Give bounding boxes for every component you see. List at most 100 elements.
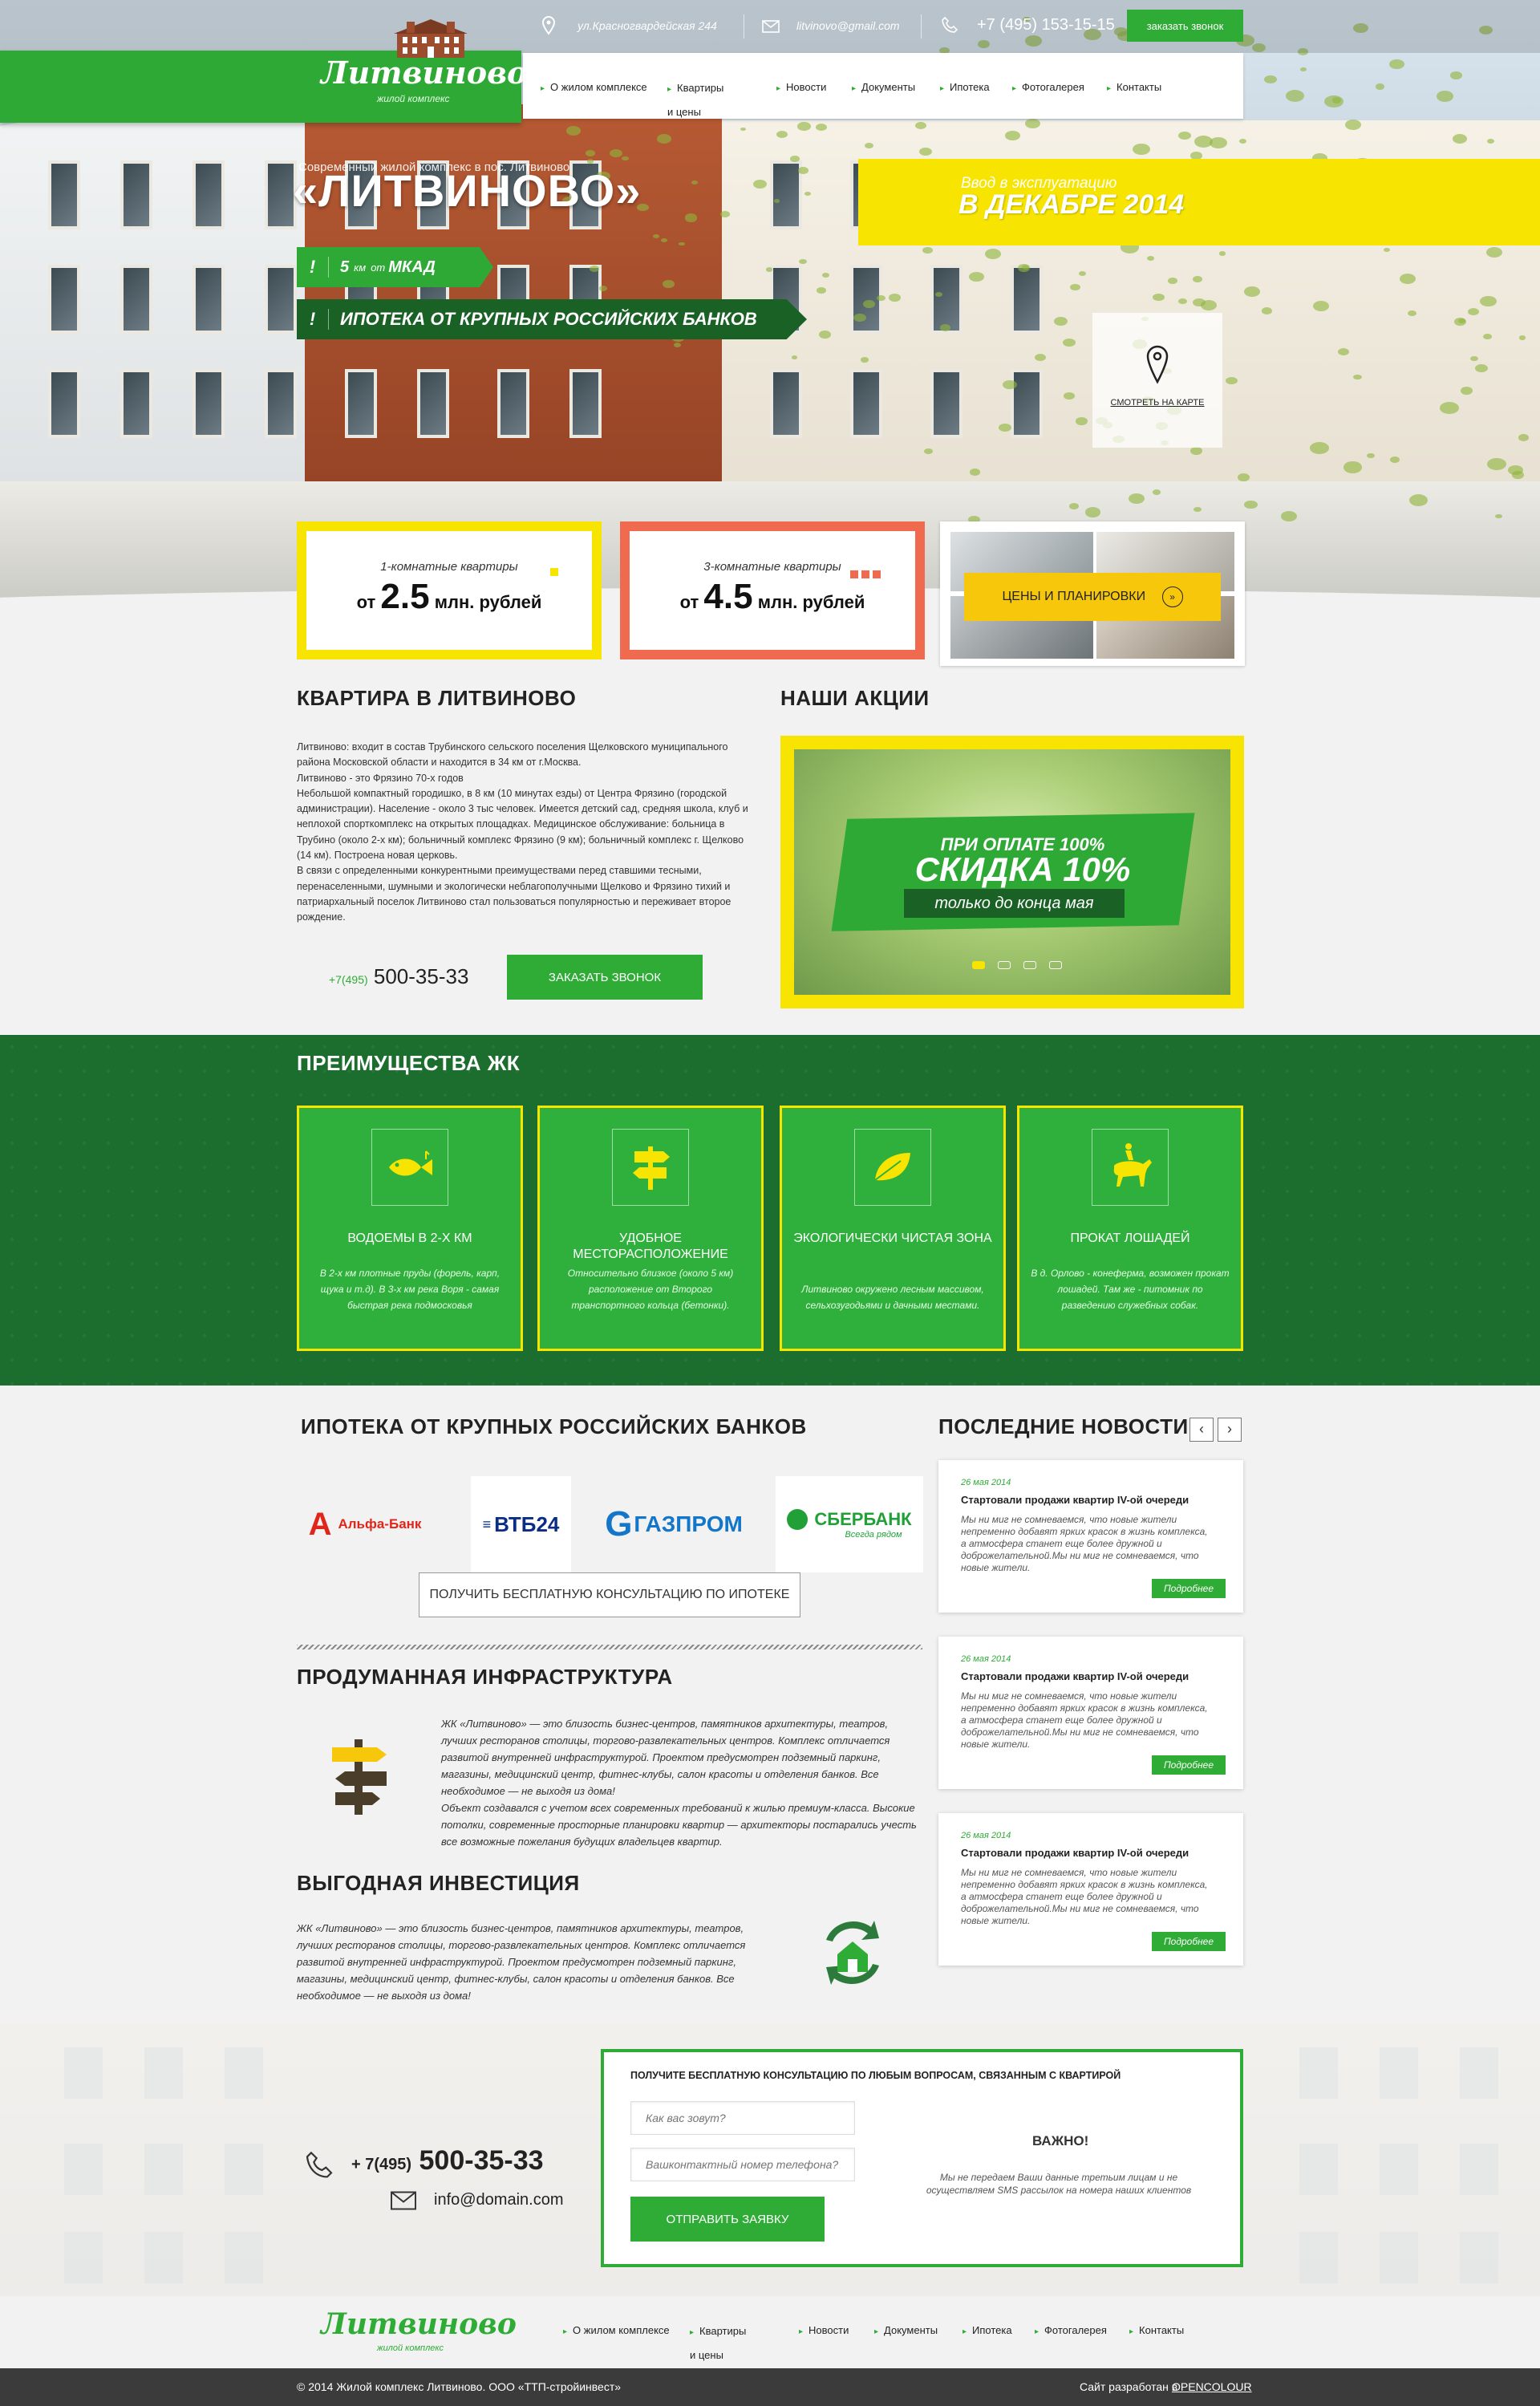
about-paragraph: Литвиново: входит в состав Трубинского с… (297, 741, 728, 769)
slider-dot[interactable] (998, 961, 1011, 969)
name-input[interactable] (630, 2101, 855, 2135)
advantage-title: ЭКОЛОГИЧЕСКИ ЧИСТАЯ ЗОНА (793, 1231, 992, 1245)
order-call-button[interactable]: заказать звонок (1127, 10, 1243, 42)
order-call-button[interactable]: ЗАКАЗАТЬ ЗВОНОК (507, 955, 703, 1000)
slider-dot-active[interactable] (972, 961, 985, 969)
nav-item-mortgage[interactable]: Ипотека (940, 77, 990, 99)
leaf (1343, 461, 1362, 473)
news-title[interactable]: Стартовали продажи квартир IV-ой очереди (961, 1494, 1221, 1506)
news-more-button[interactable]: Подробнее (1152, 1755, 1226, 1775)
sberbank-logo[interactable]: СБЕРБАНК Всегда рядом (776, 1476, 923, 1572)
nav-item-news[interactable]: Новости (776, 77, 826, 99)
nav-item-documents[interactable]: Документы (852, 77, 915, 99)
nav-item-contacts[interactable]: Контакты (1107, 77, 1161, 99)
map-button[interactable]: СМОТРЕТЬ НА КАРТЕ (1092, 313, 1222, 448)
slider-dot[interactable] (1023, 961, 1036, 969)
news-title[interactable]: Стартовали продажи квартир IV-ой очереди (961, 1847, 1221, 1859)
leaf (1261, 306, 1273, 314)
contact-email[interactable]: info@domain.com (434, 2191, 563, 2209)
about-paragraph: Небольшой компактный городишко, в 8 км (… (297, 787, 748, 862)
price-label: 1-комнатные квартиры (380, 560, 518, 574)
house-logo-icon (391, 18, 471, 58)
main-nav: О жилом комплексе Квартиры и цены Новост… (523, 53, 1243, 119)
window (417, 369, 449, 438)
top-phone-link[interactable]: +7 (495) 153-15-15 (977, 16, 1115, 34)
window (120, 160, 152, 229)
price-from: от (679, 592, 699, 612)
form-title: ПОЛУЧИТЕ БЕСПЛАТНУЮ КОНСУЛЬТАЦИЮ ПО ЛЮБЫ… (630, 2070, 1121, 2081)
leaf (621, 156, 629, 161)
credit-label: Сайт разработан в (1080, 2380, 1178, 2393)
submit-request-button[interactable]: ОТПРАВИТЬ ЗАЯВКУ (630, 2197, 825, 2242)
nav-item-gallery[interactable]: Фотогалерея (1012, 77, 1084, 99)
leaf (1407, 310, 1416, 316)
window (48, 369, 80, 438)
leaf (1439, 401, 1459, 415)
advantage-card: УДОБНОЕ МЕСТОРАСПОЛОЖЕНИЕ Относительно б… (537, 1106, 764, 1351)
leaf (888, 294, 901, 302)
plans-button[interactable]: ЦЕНЫ И ПЛАНИРОВКИ » (964, 573, 1221, 621)
signpost-icon (329, 1735, 390, 1819)
credit-link[interactable]: OPENCOLOUR (1172, 2380, 1252, 2393)
window (1011, 369, 1043, 438)
contact-phone[interactable]: + 7(495) 500-35-33 (351, 2145, 544, 2177)
news-more-button[interactable]: Подробнее (1152, 1579, 1226, 1598)
leaf (1453, 317, 1467, 326)
investment-text: ЖК «Литвиново» — это близость бизнес-цен… (297, 1922, 746, 2002)
envelope-icon (762, 19, 780, 38)
window (265, 265, 297, 334)
leaf (1285, 89, 1304, 102)
hero-title: «ЛИТВИНОВО» (293, 165, 642, 216)
slider-dot[interactable] (1049, 961, 1062, 969)
leaf (999, 423, 1011, 432)
price-value: от 2.5 млн. рублей (306, 577, 592, 617)
infrastructure-paragraph: ЖК «Литвиново» — это близость бизнес-цен… (441, 1718, 890, 1797)
phone-input[interactable] (630, 2148, 855, 2181)
map-link[interactable]: СМОТРЕТЬ НА КАРТЕ (1092, 398, 1222, 408)
footer-logo-subtitle: жилой комплекс (377, 2343, 444, 2353)
nav-item-about[interactable]: О жилом комплексе (541, 77, 647, 99)
signpost-icon (612, 1129, 689, 1206)
footer-nav-item-mortgage[interactable]: Ипотека (962, 2320, 1012, 2343)
advantage-text: В д. Орлово - конеферма, возможен прокат… (1031, 1268, 1230, 1311)
leaf (1389, 59, 1405, 69)
about-phone[interactable]: +7(495) 500-35-33 (329, 964, 468, 989)
news-more-button[interactable]: Подробнее (1152, 1932, 1226, 1951)
price-unit: млн. рублей (757, 592, 865, 612)
news-next-button[interactable]: › (1218, 1418, 1242, 1442)
logo-title[interactable]: Литвиново (321, 55, 527, 91)
gazprom-logo[interactable]: G ГАЗПРОМ (605, 1476, 743, 1572)
footer-logo-title[interactable]: Литвиново (321, 2307, 517, 2341)
leaf (657, 134, 671, 144)
vtb24-logo[interactable]: ≡ ВТБ24 (471, 1476, 571, 1572)
price-value: от 4.5 млн. рублей (630, 577, 915, 617)
leaf (924, 448, 933, 454)
footer-nav-item-about[interactable]: О жилом комплексе (563, 2320, 670, 2343)
advantage-card: ВОДОЕМЫ В 2-Х КМ В 2-х км плотные пруды … (297, 1106, 523, 1351)
top-email-link[interactable]: litvinovo@gmail.com (796, 19, 900, 32)
window (569, 369, 602, 438)
nav-item-apartments[interactable]: Квартиры и цены (667, 77, 732, 124)
footer-nav-item-news[interactable]: Новости (799, 2320, 849, 2343)
location-pin-icon (541, 15, 557, 40)
alfa-bank-logo[interactable]: A Альфа-Банк (297, 1476, 433, 1572)
leaf (914, 121, 926, 129)
mortgage-consult-button[interactable]: ПОЛУЧИТЬ БЕСПЛАТНУЮ КОНСУЛЬТАЦИЮ ПО ИПОТ… (419, 1572, 800, 1617)
news-prev-button[interactable]: ‹ (1189, 1418, 1214, 1442)
phone-icon (303, 2150, 335, 2186)
window (930, 369, 962, 438)
leaf (610, 148, 622, 157)
leaf (1494, 513, 1502, 519)
about-phone-number: 500-35-33 (373, 964, 469, 988)
leaf (1449, 71, 1463, 79)
footer-bar: © 2014 Жилой комплекс Литвиново. ООО «ТТ… (0, 2368, 1540, 2406)
price-card-1room[interactable]: 1-комнатные квартиры от 2.5 млн. рублей (297, 521, 602, 659)
bank-name: ГАЗПРОМ (634, 1511, 743, 1536)
news-title[interactable]: Стартовали продажи квартир IV-ой очереди (961, 1670, 1221, 1682)
footer-nav-item-contacts[interactable]: Контакты (1129, 2320, 1184, 2343)
footer-nav-item-documents[interactable]: Документы (874, 2320, 938, 2343)
footer-nav-item-gallery[interactable]: Фотогалерея (1035, 2320, 1107, 2343)
footer-nav-item-apartments[interactable]: Квартиры и цены (690, 2320, 754, 2367)
footer-nav-bar: Литвиново жилой комплекс О жилом комплек… (0, 2296, 1540, 2368)
price-card-3room[interactable]: 3-комнатные квартиры от 4.5 млн. рублей (620, 521, 925, 659)
